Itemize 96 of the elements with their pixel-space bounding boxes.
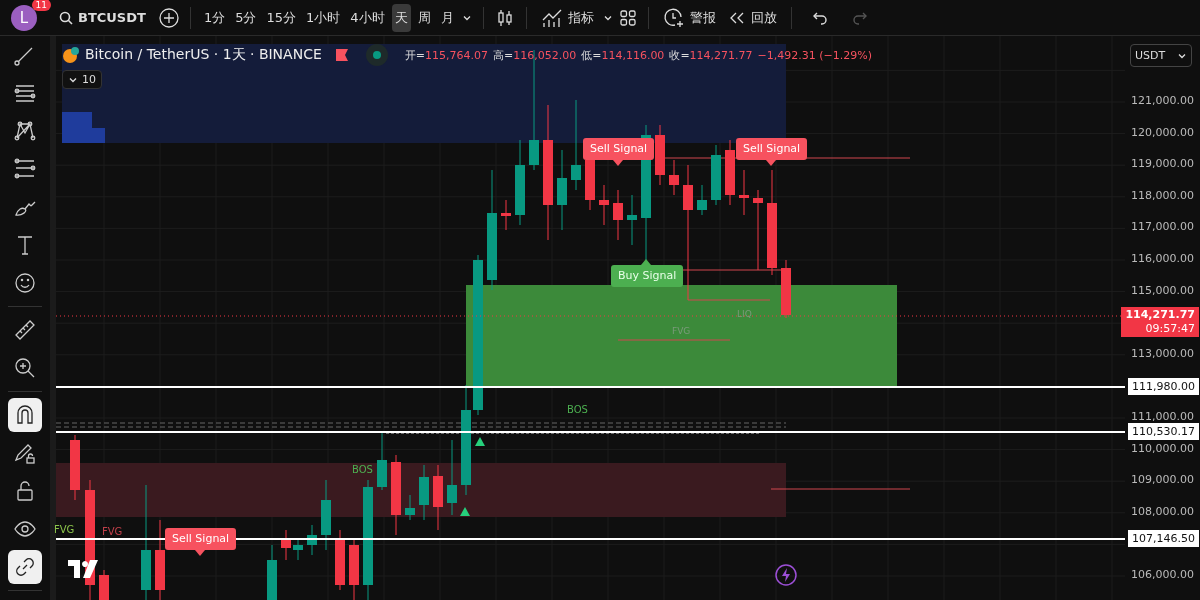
symbol-title[interactable]: Bitcoin / TetherUS · 1天 · BINANCE <box>85 46 322 64</box>
current-price-label: 114,271.77 09:57:47 <box>1121 306 1199 337</box>
candlestick <box>267 544 277 600</box>
price-tick: 116,000.00 <box>1131 252 1194 265</box>
ohlc-value: 116,052.00 <box>513 48 577 62</box>
price-tick: 111,000.00 <box>1131 410 1194 423</box>
price-tick: 113,000.00 <box>1131 346 1194 360</box>
zone-label: BOS <box>352 464 373 475</box>
indicators-toggle-button[interactable]: 10 <box>62 70 102 89</box>
candlestick <box>613 189 623 241</box>
buy-signal-label: Buy Signal <box>611 265 684 287</box>
interval-tab[interactable]: 1小时 <box>303 3 344 32</box>
candlestick <box>70 434 80 501</box>
interval-tab[interactable]: 5分 <box>232 3 260 32</box>
candlestick <box>433 464 443 531</box>
interval-tab[interactable]: 月 <box>437 3 457 32</box>
link-tool[interactable] <box>8 550 42 584</box>
price-tick: 106,000.00 <box>1131 568 1194 581</box>
lightning-icon[interactable] <box>775 564 797 586</box>
candlestick <box>501 199 511 231</box>
logo-icon <box>68 560 98 578</box>
sell-signal-label: Sell Signal <box>583 138 655 160</box>
price-level-label: 111,980.00 <box>1128 378 1199 395</box>
ohlc-value: 114,271.77 <box>689 48 753 62</box>
ohlc-label: 收= <box>669 47 690 63</box>
interval-tab[interactable]: 周 <box>414 3 434 32</box>
replay-button[interactable]: 回放 <box>723 4 781 31</box>
zone-label: BOS <box>567 404 588 415</box>
interval-tab[interactable]: 天 <box>391 3 411 32</box>
candlestick <box>711 144 721 206</box>
magnet-tool[interactable] <box>8 398 42 432</box>
candlestick <box>725 139 735 206</box>
candlestick <box>293 537 303 561</box>
triangle-marker-icon <box>460 507 470 516</box>
interval-tab[interactable]: 15分 <box>263 3 299 32</box>
price-level-label: 107,146.50 <box>1128 530 1199 547</box>
candlestick <box>655 124 665 186</box>
sell-signal-label: Sell Signal <box>165 528 237 550</box>
zone-label: FVG <box>54 524 75 535</box>
price-tick: 115,000.00 <box>1131 283 1194 297</box>
candlestick <box>739 169 749 216</box>
notification-badge: 11 <box>31 0 51 11</box>
candlestick <box>781 259 791 319</box>
pointer-icon <box>641 259 651 265</box>
interval-tab[interactable]: 4小时 <box>347 3 388 32</box>
ohlc-label: 开= <box>404 47 425 63</box>
symbol-search-button[interactable]: BTCUSDT <box>55 6 150 29</box>
flag-icon[interactable] <box>334 48 349 62</box>
pointer-icon <box>195 550 205 556</box>
volume-block <box>62 112 105 143</box>
user-avatar[interactable]: L <box>11 4 37 31</box>
price-change: −1,492.31 (−1.29%) <box>757 48 873 62</box>
alert-button[interactable]: 警报 <box>658 2 720 33</box>
ohlc-label: 低= <box>581 47 602 63</box>
candlestick <box>405 494 415 521</box>
ohlc-label: 高= <box>492 47 514 63</box>
chart-line-icon <box>540 7 563 28</box>
zone-label: LIQ <box>737 309 752 319</box>
price-tick: 110,000.00 <box>1131 441 1194 455</box>
candlestick <box>377 431 387 491</box>
price-level-label: 110,530.17 <box>1128 423 1199 440</box>
candlestick <box>627 194 637 246</box>
emoji-icon <box>12 270 38 296</box>
candlestick <box>99 569 109 600</box>
candlestick <box>599 184 609 226</box>
candlestick <box>281 529 291 561</box>
coin-icon <box>62 46 80 64</box>
candlestick <box>669 159 679 196</box>
candlestick <box>321 479 331 551</box>
currency-dropdown[interactable]: USDT <box>1130 44 1192 67</box>
indicators-button[interactable]: 指标 <box>536 3 598 32</box>
search-icon <box>59 10 73 25</box>
candlestick <box>307 524 317 556</box>
candlestick <box>419 464 429 521</box>
alarm-clock-icon <box>662 6 685 29</box>
pointer-icon <box>766 160 776 166</box>
ohlc-value: 115,764.07 <box>425 48 488 62</box>
candlestick <box>335 529 345 591</box>
pointer-icon <box>613 160 623 166</box>
price-tick: 117,000.00 <box>1131 220 1194 234</box>
price-tick: 119,000.00 <box>1131 157 1194 171</box>
sell-signal-label: Sell Signal <box>736 138 808 160</box>
candlestick <box>697 184 707 216</box>
layout-grid-icon[interactable] <box>617 7 638 28</box>
zone-label: FVG <box>102 526 123 537</box>
price-tick: 108,000.00 <box>1131 504 1194 518</box>
price-tick: 109,000.00 <box>1131 473 1194 487</box>
price-tick: 120,000.00 <box>1131 125 1194 139</box>
zone-label: FVG <box>672 326 691 336</box>
interval-tab[interactable]: 1分 <box>200 3 229 32</box>
add-symbol-icon[interactable] <box>157 6 180 29</box>
candlestick <box>349 539 359 600</box>
triangle-marker-icon <box>475 437 485 446</box>
ohlc-value: 114,116.00 <box>601 48 665 62</box>
price-tick: 118,000.00 <box>1131 188 1194 202</box>
price-tick: 121,000.00 <box>1131 94 1194 107</box>
